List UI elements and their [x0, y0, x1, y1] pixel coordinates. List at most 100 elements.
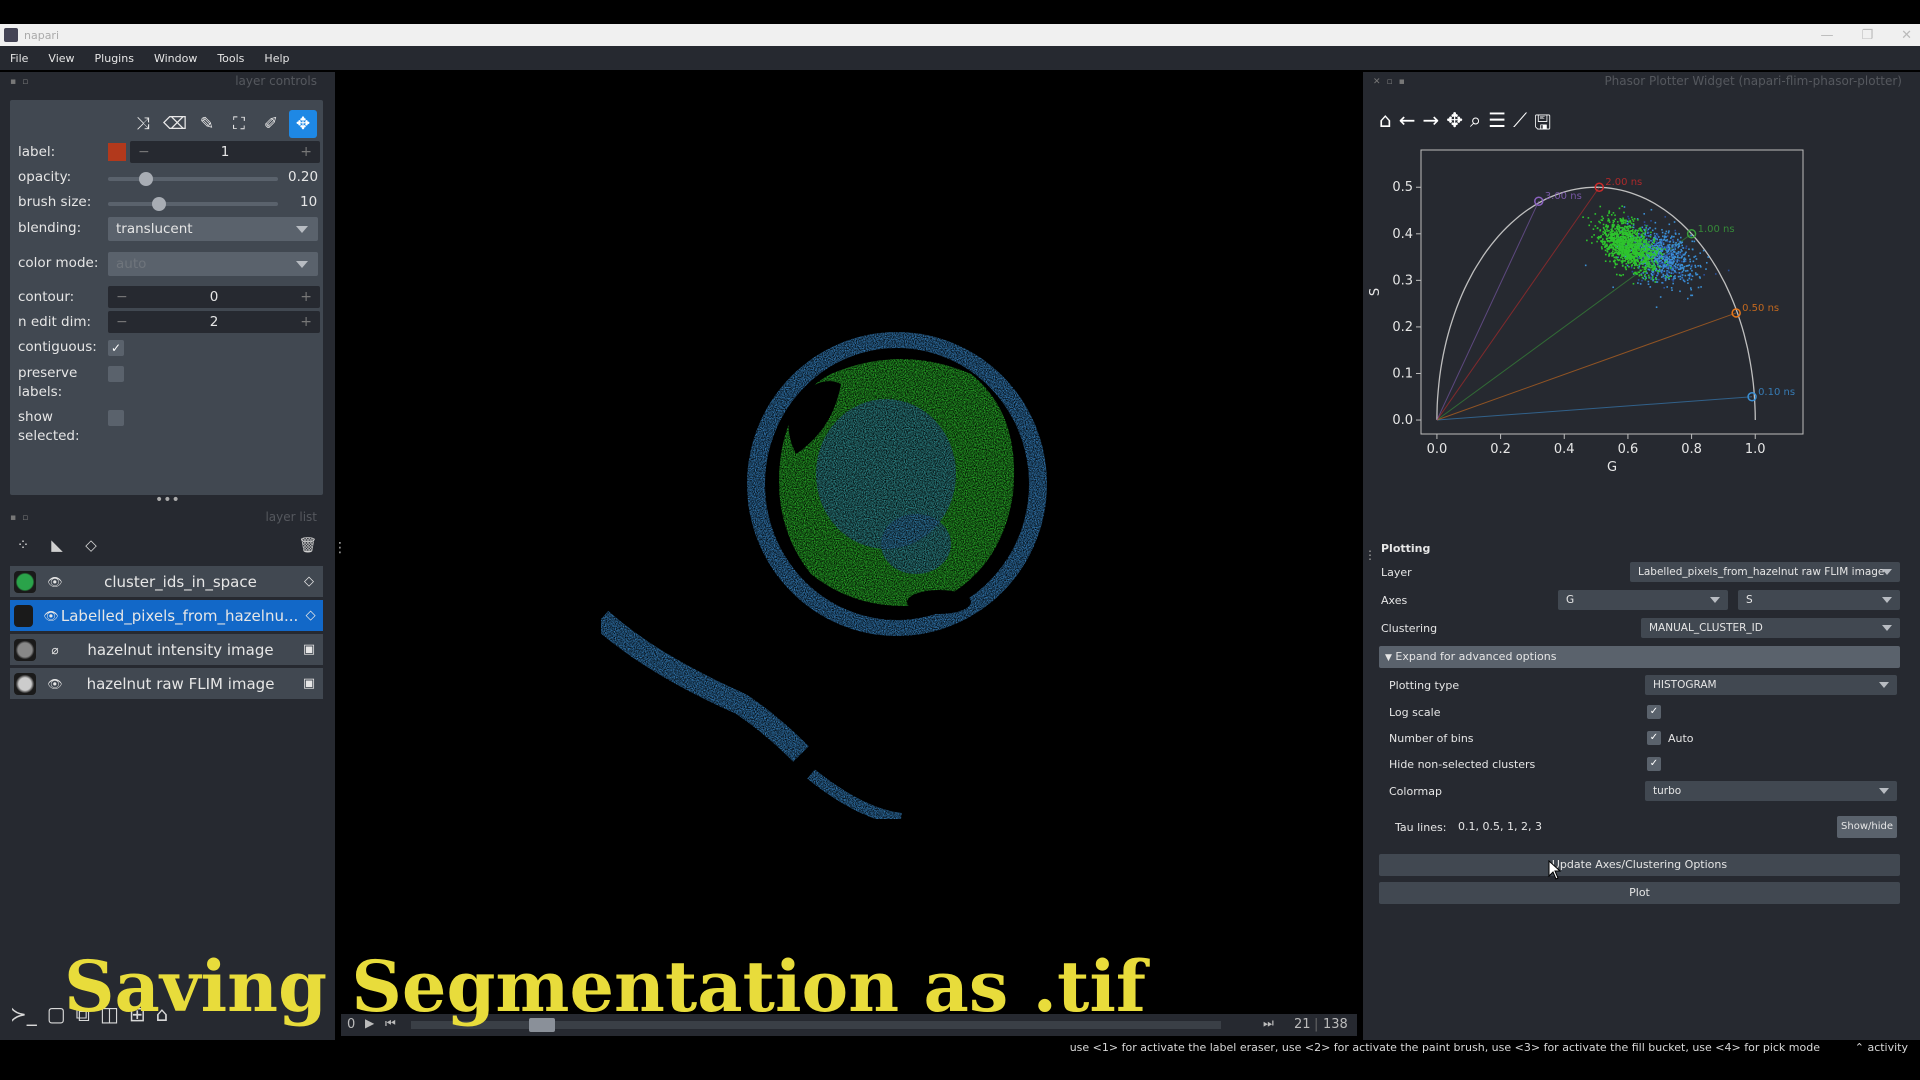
cluster-point — [1612, 225, 1615, 228]
shuffle-colors-icon[interactable]: ⤨ — [129, 110, 157, 138]
cluster-point — [1649, 227, 1651, 229]
cluster-point — [1625, 250, 1628, 252]
plotting-section-title: Plotting — [1381, 542, 1431, 555]
new-points-layer-icon[interactable]: ⁘ — [10, 532, 36, 558]
update-axes-clustering-button[interactable]: Update Axes/Clustering Options — [1379, 854, 1900, 876]
preserve-labels-checkbox[interactable] — [108, 366, 124, 382]
axes-y-select[interactable]: S — [1738, 590, 1900, 610]
label-spinbox[interactable]: −1 + — [130, 141, 320, 163]
eye-icon[interactable]: 👁 — [41, 609, 60, 623]
new-labels-layer-icon[interactable]: ◇ — [78, 532, 104, 558]
cluster-point — [1699, 252, 1702, 254]
image-layer-icon: ▣ — [302, 642, 316, 657]
cluster-point — [1594, 213, 1597, 215]
ndisplay-icon[interactable]: ▢ — [47, 1002, 66, 1026]
cluster-point — [1668, 255, 1671, 258]
menu-view[interactable]: View — [48, 52, 74, 65]
menu-tools[interactable]: Tools — [217, 52, 244, 65]
fill-bucket-icon[interactable]: ⛶ — [225, 110, 253, 138]
cluster-point — [1629, 231, 1631, 234]
viewer-canvas[interactable] — [341, 74, 1357, 1012]
phasor-plot[interactable]: 0.10 ns 0.50 ns 1.00 ns 2.00 ns 3.00 ns 0.0 0.… — [1363, 136, 1920, 576]
cluster-point — [1654, 281, 1656, 283]
blending-label: blending: — [18, 220, 82, 236]
cluster-point — [1643, 266, 1646, 269]
colormap-select[interactable]: turbo — [1645, 781, 1897, 801]
cluster-point — [1667, 240, 1669, 243]
layer-row[interactable]: 👁 hazelnut raw FLIM image ▣ — [10, 668, 323, 699]
cluster-point — [1664, 261, 1666, 264]
step-forward-icon[interactable]: ⏭ — [1263, 1016, 1274, 1031]
cluster-point — [1628, 256, 1630, 258]
hide-non-selected-checkbox[interactable]: ✓ — [1647, 757, 1661, 771]
dock-float-close-icons[interactable]: ▪▫ — [10, 509, 34, 527]
pan-zoom-icon[interactable]: ✥ — [289, 110, 317, 138]
eye-icon[interactable]: 👁 — [44, 575, 66, 589]
cluster-point — [1620, 238, 1622, 241]
console-icon[interactable]: ≻_ — [10, 1002, 37, 1026]
splitter-handle[interactable]: ••• — [155, 492, 180, 508]
cluster-point — [1691, 240, 1694, 243]
clustering-select[interactable]: MANUAL_CLUSTER_ID — [1641, 618, 1900, 638]
napari-app-icon — [4, 28, 18, 42]
contiguous-checkbox[interactable]: ✓ — [108, 340, 124, 356]
cluster-point — [1623, 227, 1626, 230]
cluster-point — [1647, 280, 1650, 283]
cluster-point — [1646, 272, 1648, 274]
blending-select[interactable]: translucent — [108, 217, 318, 241]
activity-button[interactable]: ⌃ activity — [1855, 1041, 1908, 1054]
cluster-point — [1666, 271, 1668, 274]
eye-icon[interactable]: 👁 — [44, 677, 66, 691]
n-edit-dim-spinbox[interactable]: −2 + — [108, 311, 320, 333]
cluster-point — [1622, 232, 1625, 235]
log-scale-checkbox[interactable]: ✓ — [1647, 705, 1661, 719]
contour-spinbox[interactable]: −0 + — [108, 286, 320, 308]
cluster-point — [1628, 249, 1631, 252]
brush-size-slider-handle[interactable] — [151, 197, 166, 211]
cluster-point — [1666, 286, 1668, 288]
cluster-point — [1610, 228, 1612, 231]
cluster-point — [1613, 224, 1616, 226]
color-picker-icon[interactable]: ✐ — [257, 110, 285, 138]
eye-off-icon[interactable]: ⌀ — [44, 643, 66, 657]
layer-controls-title: ▪▫ layer controls — [0, 72, 335, 90]
menu-window[interactable]: Window — [154, 52, 197, 65]
bins-auto-checkbox[interactable]: ✓ — [1647, 731, 1661, 745]
plotting-type-select[interactable]: HISTOGRAM — [1645, 675, 1897, 695]
cluster-point — [1665, 260, 1668, 263]
opacity-slider[interactable] — [108, 172, 278, 186]
layer-row-selected[interactable]: 👁 Labelled_pixels_from_hazelnu... ◇ — [10, 600, 323, 631]
delete-layer-icon[interactable]: 🗑 — [295, 532, 321, 558]
show-selected-checkbox[interactable] — [108, 410, 124, 426]
cluster-point — [1680, 256, 1682, 259]
chevron-down-icon — [1879, 682, 1889, 688]
cluster-point — [1604, 246, 1606, 249]
menu-file[interactable]: File — [10, 52, 28, 65]
layer-select[interactable]: Labelled_pixels_from_hazelnut raw FLIM i… — [1630, 562, 1900, 582]
layer-row[interactable]: ⌀ hazelnut intensity image ▣ — [10, 634, 323, 665]
dock-close-float-icons[interactable]: ✕▫▪ — [1373, 73, 1411, 91]
dock-float-close-icons[interactable]: ▪▫ — [10, 73, 34, 91]
axes-x-select[interactable]: G — [1558, 590, 1728, 610]
menu-help[interactable]: Help — [264, 52, 289, 65]
maximize-button[interactable]: ❐ — [1861, 28, 1873, 43]
chevron-down-icon — [296, 261, 308, 268]
close-button[interactable]: ✕ — [1901, 28, 1912, 43]
tau-lines-input[interactable]: 0.1, 0.5, 1, 2, 3 — [1452, 817, 1792, 837]
right-dock-splitter[interactable]: ⋮ — [1364, 548, 1376, 562]
color-mode-select[interactable]: auto — [108, 252, 318, 276]
cluster-point — [1606, 228, 1608, 230]
minimize-button[interactable]: — — [1820, 28, 1833, 43]
plot-button[interactable]: Plot — [1379, 882, 1900, 904]
brush-size-slider[interactable] — [108, 197, 278, 211]
advanced-options-toggle[interactable]: ▼ Expand for advanced options — [1379, 646, 1900, 668]
menu-plugins[interactable]: Plugins — [95, 52, 134, 65]
show-hide-button[interactable]: Show/hide — [1837, 816, 1897, 838]
new-shapes-layer-icon[interactable]: ◣ — [44, 532, 70, 558]
label-tools: ⤨ ⌫ ✎ ⛶ ✐ ✥ — [129, 110, 317, 138]
eraser-icon[interactable]: ⌫ — [161, 110, 189, 138]
cluster-point — [1669, 237, 1672, 239]
opacity-slider-handle[interactable] — [139, 172, 154, 186]
paint-brush-icon[interactable]: ✎ — [193, 110, 221, 138]
layer-row[interactable]: 👁 cluster_ids_in_space ◇ — [10, 566, 323, 597]
